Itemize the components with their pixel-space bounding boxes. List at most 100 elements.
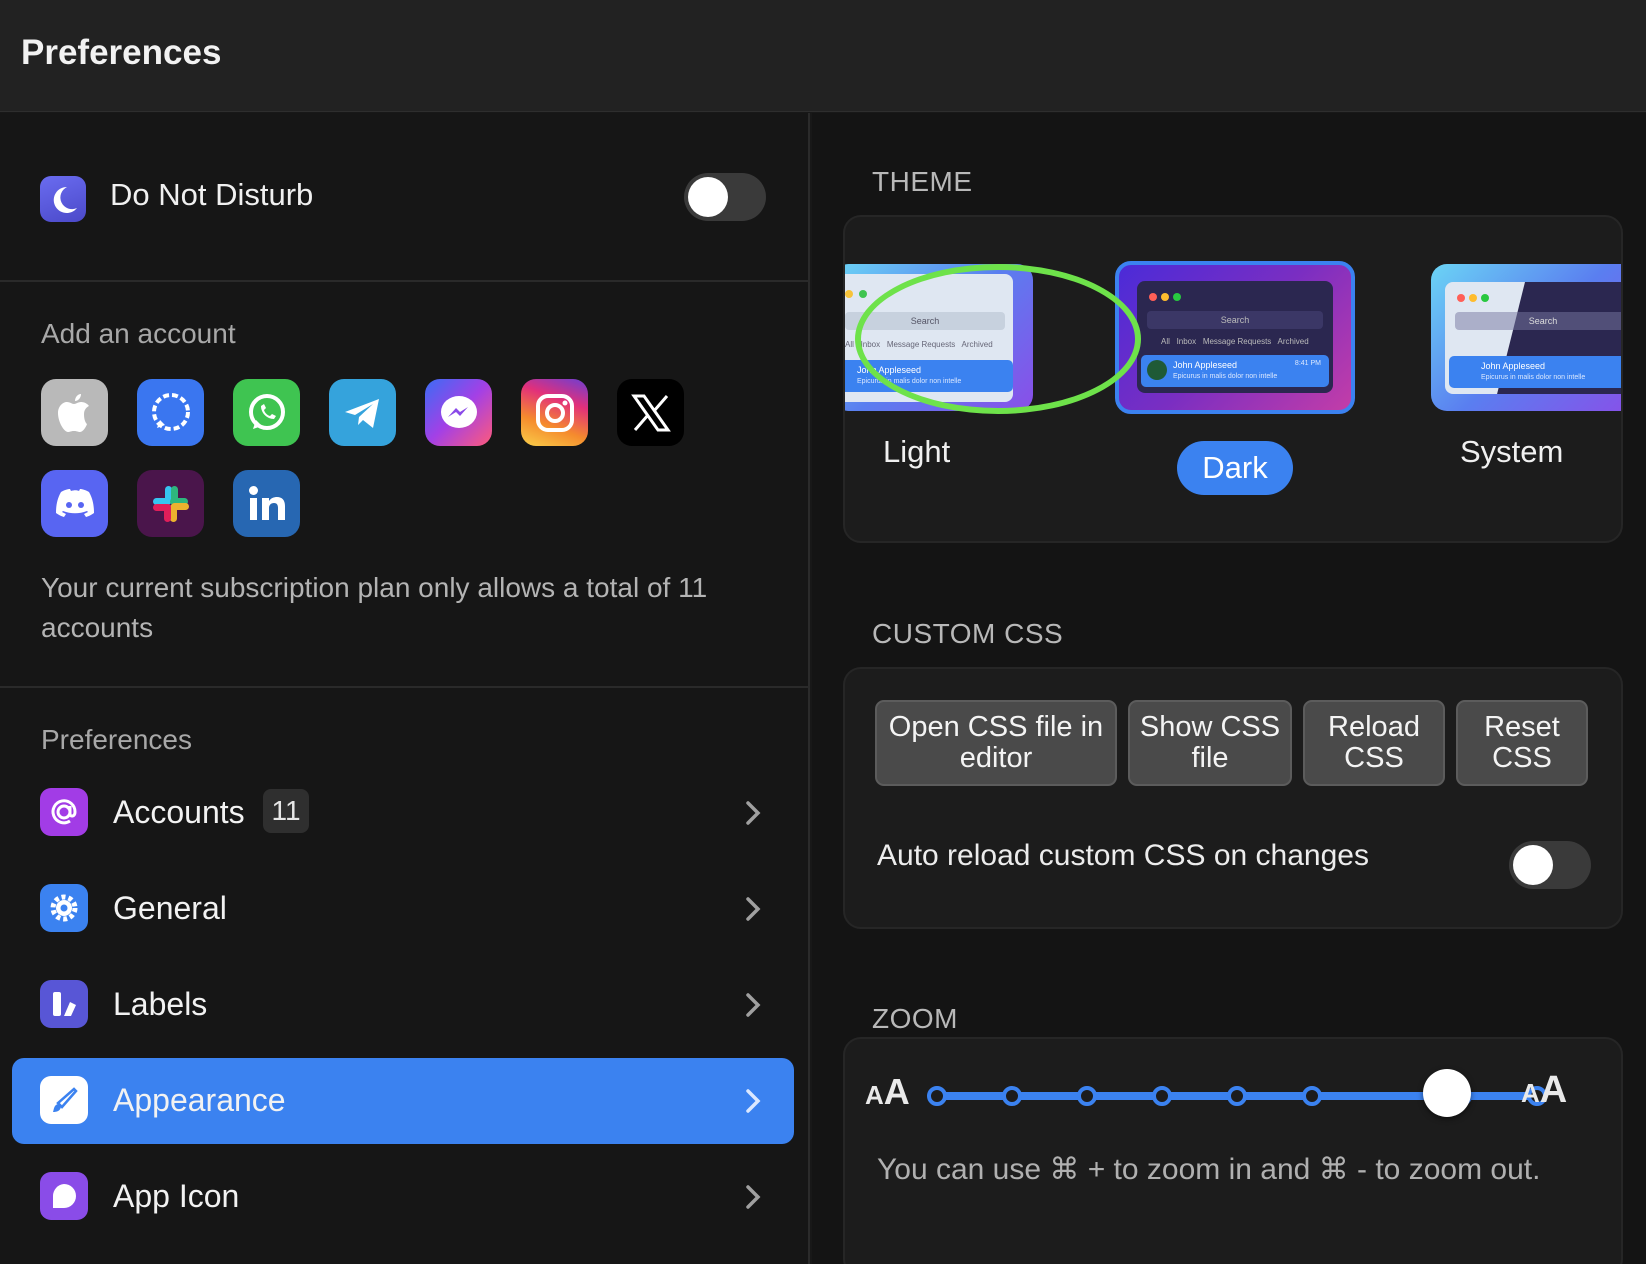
preview-tab: Archived bbox=[1277, 337, 1309, 346]
window-dot bbox=[1469, 294, 1477, 302]
window-dot bbox=[1149, 293, 1157, 301]
sidebar-item-labels[interactable]: Labels bbox=[12, 962, 794, 1048]
add-account-heading: Add an account bbox=[41, 318, 236, 349]
preview-contact: John Appleseed bbox=[857, 365, 922, 375]
zoom-shortcut-note: You can use ⌘ + to zoom in and ⌘ - to zo… bbox=[877, 1153, 1541, 1186]
preview-text: Epicurus in malis dolor non intelle bbox=[857, 378, 962, 385]
theme-label-dark[interactable]: Dark bbox=[1177, 441, 1293, 495]
subscription-note: Your current subscription plan only allo… bbox=[41, 572, 708, 643]
moon-icon bbox=[40, 176, 86, 222]
theme-option-light[interactable]: Search All Inbox Message Requests Archiv… bbox=[845, 264, 1033, 411]
zoom-step-dot[interactable] bbox=[1152, 1086, 1172, 1106]
chevron-right-icon bbox=[746, 1089, 761, 1113]
zoom-step-dot[interactable] bbox=[1302, 1086, 1322, 1106]
preview-tab: All bbox=[1161, 337, 1170, 346]
divider bbox=[0, 686, 810, 688]
light-preview-window: Search All Inbox Message Requests Archiv… bbox=[845, 274, 1013, 402]
preview-contact: John Appleseed bbox=[1173, 360, 1238, 370]
theme-option-dark[interactable]: Search All Inbox Message Requests Archiv… bbox=[1115, 261, 1355, 414]
telegram-icon[interactable] bbox=[329, 379, 396, 446]
preview-tabs: All Inbox Message Requests Archived bbox=[1161, 337, 1309, 346]
accounts-count-badge: 11 bbox=[263, 789, 309, 833]
preview-conversation: John Appleseed Epicurus in malis dolor n… bbox=[845, 360, 1013, 392]
preview-tab: All bbox=[845, 340, 854, 349]
sidebar-item-label: Accounts bbox=[113, 794, 245, 830]
preview-search: Search bbox=[845, 312, 1005, 330]
brush-icon bbox=[40, 1076, 88, 1124]
toggle-knob bbox=[1513, 845, 1553, 885]
divider bbox=[0, 280, 810, 282]
preferences-heading: Preferences bbox=[41, 724, 192, 755]
preview-search: Search bbox=[1147, 311, 1323, 329]
do-not-disturb-label: Do Not Disturb bbox=[110, 177, 314, 212]
show-css-file-button[interactable]: Show CSS file bbox=[1128, 700, 1292, 786]
window-dot bbox=[1481, 294, 1489, 302]
system-preview-window: Search John Appleseed Epicurus in malis … bbox=[1445, 282, 1621, 394]
sidebar-item-appearance[interactable]: Appearance bbox=[12, 1058, 794, 1144]
reset-css-button[interactable]: Reset CSS bbox=[1456, 700, 1588, 786]
theme-label-light[interactable]: Light bbox=[883, 434, 950, 470]
app-icon-icon bbox=[40, 1172, 88, 1220]
sidebar-item-label: Appearance bbox=[113, 1082, 286, 1118]
window-dot bbox=[859, 290, 867, 298]
open-css-file-button[interactable]: Open CSS file in editor bbox=[875, 700, 1117, 786]
sidebar-item-app-icon[interactable]: App Icon bbox=[12, 1154, 794, 1240]
apple-icon[interactable] bbox=[41, 379, 108, 446]
signal-icon[interactable] bbox=[137, 379, 204, 446]
sidebar-item-general[interactable]: General bbox=[12, 866, 794, 952]
title-bar: Preferences bbox=[0, 0, 1646, 112]
zoom-heading: ZOOM bbox=[872, 1003, 958, 1034]
theme-heading: THEME bbox=[872, 166, 973, 197]
zoom-step-dot[interactable] bbox=[1227, 1086, 1247, 1106]
window-dot bbox=[845, 290, 853, 298]
custom-css-heading: CUSTOM CSS bbox=[872, 618, 1064, 649]
chevron-right-icon bbox=[746, 897, 761, 921]
labels-icon bbox=[40, 980, 88, 1028]
whatsapp-icon[interactable] bbox=[233, 379, 300, 446]
theme-option-system[interactable]: Search John Appleseed Epicurus in malis … bbox=[1431, 264, 1621, 411]
zoom-step-dot[interactable] bbox=[927, 1086, 947, 1106]
x-icon[interactable] bbox=[617, 379, 684, 446]
linkedin-icon[interactable] bbox=[233, 470, 300, 537]
sidebar-item-label: App Icon bbox=[113, 1178, 240, 1214]
chevron-right-icon bbox=[746, 801, 761, 825]
preview-tab: Inbox bbox=[860, 340, 881, 349]
preview-tab: Inbox bbox=[1176, 337, 1197, 346]
zoom-card: AA AA You can use ⌘ + to zoom in and ⌘ -… bbox=[843, 1037, 1623, 1264]
chevron-right-icon bbox=[746, 1185, 761, 1209]
window-dot bbox=[1457, 294, 1465, 302]
auto-reload-toggle[interactable] bbox=[1509, 841, 1591, 889]
zoom-step-dot[interactable] bbox=[1077, 1086, 1097, 1106]
zoom-slider-knob[interactable] bbox=[1423, 1069, 1471, 1117]
do-not-disturb-toggle[interactable] bbox=[684, 173, 766, 221]
zoom-in-icon: AA bbox=[1521, 1069, 1568, 1111]
preview-conversation: John Appleseed Epicurus in malis dolor n… bbox=[1449, 356, 1621, 388]
slack-icon[interactable] bbox=[137, 470, 204, 537]
dark-preview-window: Search All Inbox Message Requests Archiv… bbox=[1137, 281, 1333, 393]
discord-icon[interactable] bbox=[41, 470, 108, 537]
at-icon bbox=[40, 788, 88, 836]
sidebar-item-label: Labels bbox=[113, 986, 208, 1022]
theme-card: Search All Inbox Message Requests Archiv… bbox=[843, 215, 1623, 543]
preview-tabs: All Inbox Message Requests Archived bbox=[845, 340, 993, 349]
reload-css-button[interactable]: Reload CSS bbox=[1303, 700, 1445, 786]
instagram-icon[interactable] bbox=[521, 379, 588, 446]
custom-css-card: Open CSS file in editor Show CSS file Re… bbox=[843, 667, 1623, 929]
preview-time: 8:41 PM bbox=[1294, 360, 1321, 367]
sidebar-item-label: General bbox=[113, 890, 227, 926]
avatar bbox=[1147, 360, 1167, 380]
preview-tab: Message Requests bbox=[1202, 337, 1272, 346]
window-title: Preferences bbox=[21, 33, 222, 72]
preview-tab: Archived bbox=[961, 340, 993, 349]
zoom-step-dot[interactable] bbox=[1002, 1086, 1022, 1106]
theme-label-system[interactable]: System bbox=[1460, 434, 1563, 470]
auto-reload-label: Auto reload custom CSS on changes bbox=[877, 839, 1369, 872]
preview-conversation: John Appleseed Epicurus in malis dolor n… bbox=[1141, 355, 1329, 387]
preview-search: Search bbox=[1455, 312, 1621, 330]
preview-tab: Message Requests bbox=[886, 340, 956, 349]
chevron-right-icon bbox=[746, 993, 761, 1017]
sidebar: Do Not Disturb Add an account Your curre… bbox=[0, 113, 810, 1264]
messenger-icon[interactable] bbox=[425, 379, 492, 446]
window-dot bbox=[1173, 293, 1181, 301]
sidebar-item-accounts[interactable]: Accounts 11 bbox=[12, 770, 794, 856]
